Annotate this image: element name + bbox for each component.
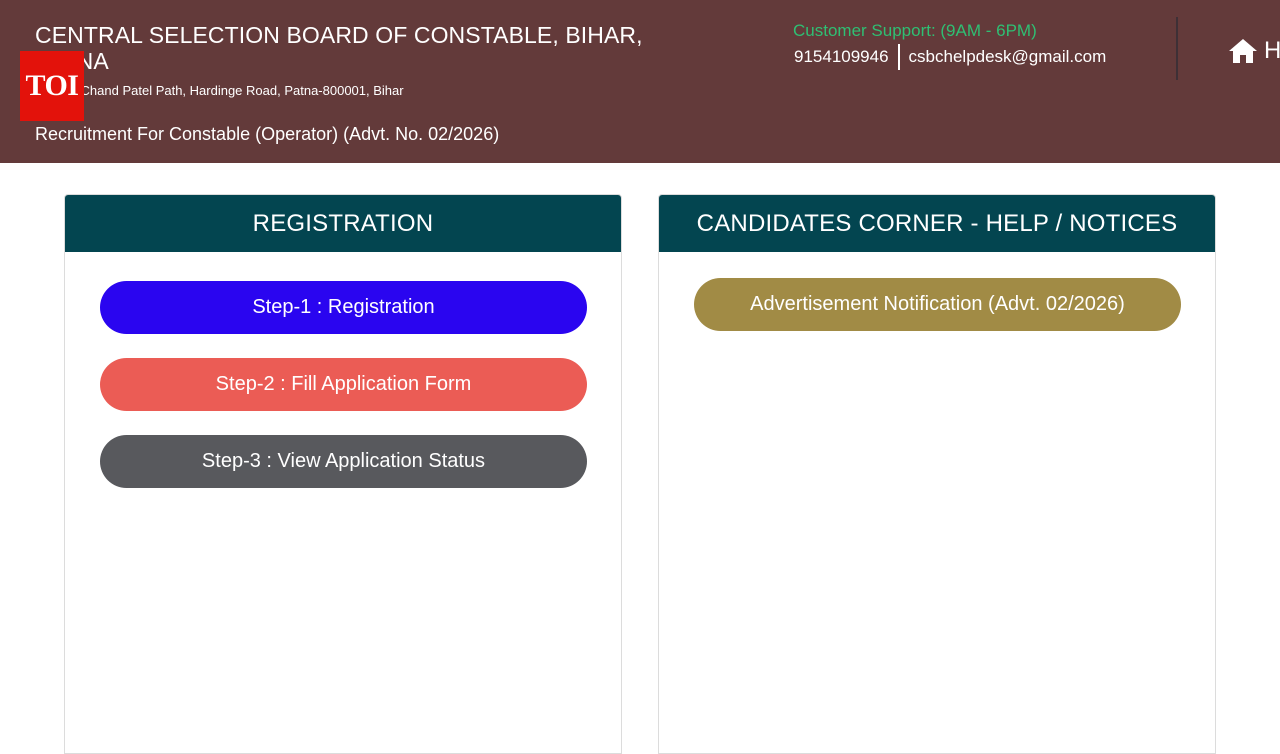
registration-panel: REGISTRATION Step-1 : Registration Step-… — [64, 194, 622, 754]
site-header: CENTRAL SELECTION BOARD OF CONSTABLE, BI… — [0, 0, 1280, 163]
toi-logo-text: TOI — [25, 69, 79, 102]
recruitment-title: Recruitment For Constable (Operator) (Ad… — [35, 124, 500, 144]
candidates-corner-panel: CANDIDATES CORNER - HELP / NOTICES Adver… — [658, 194, 1216, 754]
registration-panel-title: REGISTRATION — [65, 195, 621, 252]
step-2-fill-application-button[interactable]: Step-2 : Fill Application Form — [100, 358, 587, 411]
toi-watermark-logo: TOI — [20, 51, 84, 121]
home-label: Home — [1264, 37, 1280, 64]
header-divider — [1176, 17, 1178, 80]
contact-info: 9154109946 csbchelpdesk@gmail.com — [794, 44, 1106, 70]
step-1-registration-button[interactable]: Step-1 : Registration — [100, 281, 587, 334]
organization-name: CENTRAL SELECTION BOARD OF CONSTABLE, BI… — [35, 22, 643, 74]
contact-divider — [897, 44, 900, 70]
step-3-view-status-button[interactable]: Step-3 : View Application Status — [100, 435, 587, 488]
candidates-corner-title: CANDIDATES CORNER - HELP / NOTICES — [659, 195, 1215, 252]
home-icon — [1228, 38, 1258, 64]
support-phone[interactable]: 9154109946 — [794, 47, 889, 67]
customer-support-label: Customer Support: (9AM - 6PM) — [793, 21, 1037, 40]
home-link[interactable]: Home — [1228, 37, 1280, 65]
advertisement-notification-button[interactable]: Advertisement Notification (Advt. 02/202… — [694, 278, 1181, 331]
organization-address: 6, Beer Chand Patel Path, Hardinge Road,… — [35, 83, 404, 98]
support-email[interactable]: csbchelpdesk@gmail.com — [909, 47, 1107, 67]
